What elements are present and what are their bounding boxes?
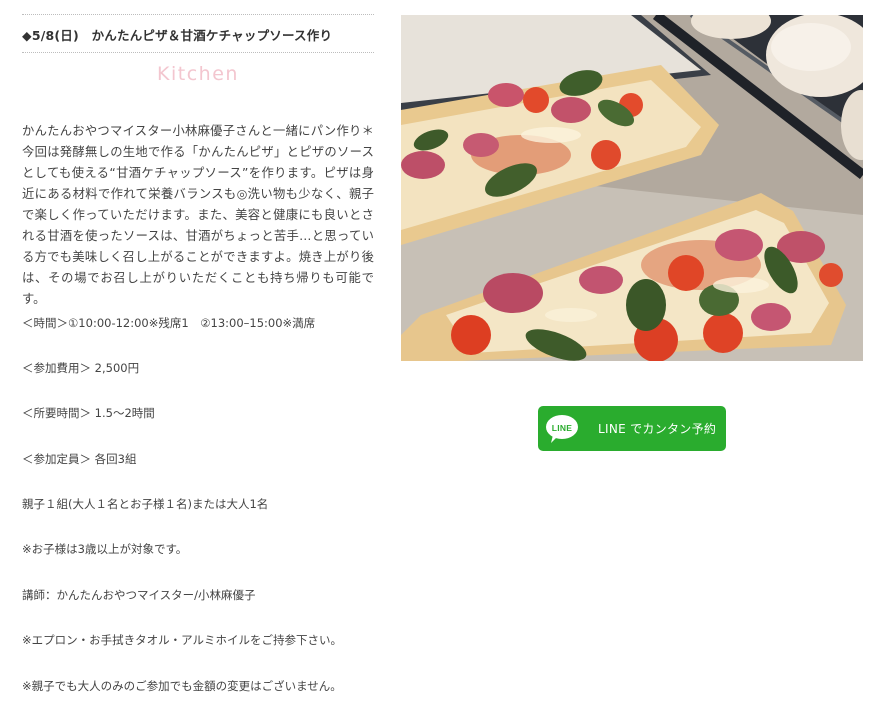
detail-instructor: 講師：かんたんおやつマイスター/小林麻優子: [22, 588, 256, 602]
detail-time: ＜時間＞①10:00-12:00※残席1 ②13:00–15:00※満席: [22, 316, 316, 330]
line-reserve-button[interactable]: LINE LINE でカンタン予約: [538, 406, 726, 451]
reserve-button-label: LINE でカンタン予約: [598, 422, 717, 436]
detail-participants: 親子１組(大人１名とお子様１名)または大人1名: [22, 497, 269, 511]
event-details: ＜時間＞①10:00-12:00※残席1 ②13:00–15:00※満席 ＜参加…: [22, 0, 382, 707]
detail-age-note: ※お子様は3歳以上が対象です。: [22, 542, 188, 556]
detail-duration: ＜所要時間＞ 1.5～2時間: [22, 406, 155, 420]
detail-capacity: ＜参加定員＞ 各回3組: [22, 452, 137, 466]
detail-price-note: ※親子でも大人のみのご参加でも金額の変更はございません。: [22, 679, 342, 693]
line-logo-text: LINE: [551, 422, 573, 433]
detail-bring-note: ※エプロン・お手拭きタオル・アルミホイルをご持参下さい。: [22, 633, 343, 647]
detail-fee: ＜参加費用＞ 2,500円: [22, 361, 140, 375]
pizza-photo: [401, 15, 863, 361]
line-logo-icon: LINE: [544, 414, 580, 444]
